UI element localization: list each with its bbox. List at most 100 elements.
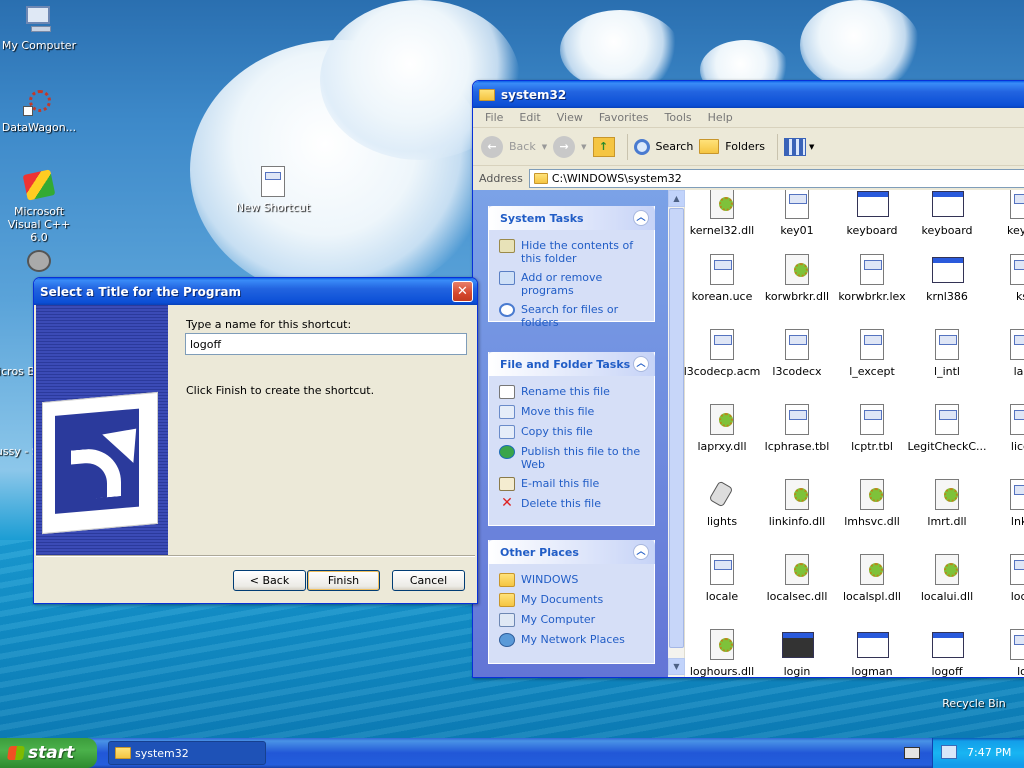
file-item[interactable]: locale: [682, 554, 762, 603]
menu-help[interactable]: Help: [700, 111, 741, 124]
keyboard-indicator-icon[interactable]: [904, 747, 920, 759]
address-field[interactable]: C:\WINDOWS\system32: [528, 168, 1024, 188]
wizard-banner: [36, 305, 168, 555]
clock[interactable]: 7:47 PM: [967, 746, 1011, 759]
folders-button[interactable]: Folders: [699, 139, 765, 154]
task-publish-to-web[interactable]: Publish this file to the Web: [489, 442, 654, 474]
file-item[interactable]: key01: [757, 190, 837, 237]
file-name: logoff: [931, 665, 963, 677]
file-name: korwbrkr.dll: [764, 290, 830, 303]
task-label: Delete this file: [521, 497, 601, 510]
file-name: l3codecp.acm: [683, 365, 761, 378]
place-my-documents[interactable]: My Documents: [489, 590, 654, 610]
file-folder-tasks-header[interactable]: File and Folder Tasks ︿: [488, 352, 655, 376]
network-tray-icon[interactable]: [941, 745, 957, 759]
menu-favorites[interactable]: Favorites: [591, 111, 657, 124]
file-item[interactable]: loca: [982, 554, 1024, 603]
file-item[interactable]: l_except: [832, 329, 912, 378]
place-my-computer[interactable]: My Computer: [489, 610, 654, 630]
email-icon: [499, 477, 515, 491]
file-item[interactable]: kernel32.dll: [682, 190, 762, 237]
file-item[interactable]: localsec.dll: [757, 554, 837, 603]
file-item[interactable]: laprxy.dll: [682, 404, 762, 453]
file-item[interactable]: ks: [982, 254, 1024, 303]
file-item[interactable]: linkinfo.dll: [757, 479, 837, 528]
task-add-remove-programs[interactable]: Add or remove programs: [489, 268, 654, 300]
file-item[interactable]: keyboard: [832, 190, 912, 237]
dialog-titlebar[interactable]: Select a Title for the Program: [34, 278, 477, 305]
collapse-chevron-icon[interactable]: ︿: [633, 356, 649, 372]
desktop-icon-my-computer[interactable]: My Computer: [0, 4, 79, 52]
task-copy-file[interactable]: Copy this file: [489, 422, 654, 442]
file-item[interactable]: lo: [982, 629, 1024, 677]
file-item[interactable]: localui.dll: [907, 554, 987, 603]
file-icon: [1007, 329, 1024, 361]
file-item[interactable]: lmhsvc.dll: [832, 479, 912, 528]
dll-file-icon: [782, 554, 812, 586]
taskbar-button-system32[interactable]: system32: [108, 741, 266, 765]
collapse-chevron-icon[interactable]: ︿: [633, 544, 649, 560]
file-item[interactable]: lights: [682, 479, 762, 528]
task-move-file[interactable]: Move this file: [489, 402, 654, 422]
search-button[interactable]: Search: [633, 138, 693, 155]
desktop-icon-datawagon[interactable]: DataWagon...: [0, 86, 79, 134]
system-tasks-header[interactable]: System Tasks ︿: [488, 206, 655, 230]
file-item[interactable]: lcphrase.tbl: [757, 404, 837, 453]
address-bar: Address C:\WINDOWS\system32: [473, 166, 1024, 190]
back-arrow-icon: ←: [481, 135, 503, 158]
task-delete-file[interactable]: ✕ Delete this file: [489, 494, 654, 514]
task-rename-file[interactable]: Rename this file: [489, 382, 654, 402]
menu-file[interactable]: File: [477, 111, 511, 124]
file-item[interactable]: login: [757, 629, 837, 677]
start-button[interactable]: start: [0, 738, 97, 768]
file-item[interactable]: krnl386: [907, 254, 987, 303]
finish-button[interactable]: Finish: [307, 570, 380, 591]
file-item[interactable]: korwbrkr.lex: [832, 254, 912, 303]
forward-button[interactable]: → ▼: [553, 135, 587, 158]
file-name: keym: [1007, 224, 1024, 237]
file-item[interactable]: korean.uce: [682, 254, 762, 303]
back-button[interactable]: < Back: [233, 570, 306, 591]
file-item[interactable]: keym: [982, 190, 1024, 237]
shortcut-name-input[interactable]: [185, 333, 467, 355]
file-name: key01: [780, 224, 814, 237]
file-item[interactable]: localspl.dll: [832, 554, 912, 603]
file-item[interactable]: loghours.dll: [682, 629, 762, 677]
task-search-files[interactable]: Search for files or folders: [489, 300, 654, 332]
menu-view[interactable]: View: [549, 111, 591, 124]
file-item[interactable]: lnks: [982, 479, 1024, 528]
desktop-icon-visual-cpp[interactable]: Microsoft Visual C++ 6.0: [0, 169, 79, 244]
file-name: logman: [851, 665, 893, 677]
file-item[interactable]: l3codecx: [757, 329, 837, 378]
file-item[interactable]: keyboard: [907, 190, 987, 237]
other-places-header[interactable]: Other Places ︿: [488, 540, 655, 564]
shortcut-arrow-icon: [42, 391, 158, 535]
file-item[interactable]: l_intl: [907, 329, 987, 378]
file-item[interactable]: lmrt.dll: [907, 479, 987, 528]
file-item[interactable]: licdl: [982, 404, 1024, 453]
cancel-button[interactable]: Cancel: [392, 570, 465, 591]
desktop-icon-new-shortcut[interactable]: New Shortcut: [233, 166, 313, 214]
close-button[interactable]: ✕: [452, 281, 473, 302]
views-button[interactable]: ▼: [784, 137, 814, 156]
file-item[interactable]: lab: [982, 329, 1024, 378]
menu-edit[interactable]: Edit: [511, 111, 548, 124]
forward-arrow-icon: →: [553, 135, 576, 158]
place-windows[interactable]: WINDOWS: [489, 570, 654, 590]
file-item[interactable]: logman: [832, 629, 912, 677]
file-item[interactable]: korwbrkr.dll: [757, 254, 837, 303]
task-email-file[interactable]: E-mail this file: [489, 474, 654, 494]
up-folder-button[interactable]: ↑: [592, 136, 615, 157]
menu-tools[interactable]: Tools: [657, 111, 700, 124]
explorer-titlebar[interactable]: system32: [473, 81, 1024, 108]
task-hide-folder-contents[interactable]: Hide the contents of this folder: [489, 236, 654, 268]
place-my-network-places[interactable]: My Network Places: [489, 630, 654, 650]
file-item[interactable]: l3codecp.acm: [682, 329, 762, 378]
file-name: keyboard: [921, 224, 973, 237]
file-item[interactable]: lcptr.tbl: [832, 404, 912, 453]
file-item[interactable]: LegitCheckC...: [907, 404, 987, 453]
application-icon: [857, 190, 889, 220]
collapse-chevron-icon[interactable]: ︿: [633, 210, 649, 226]
file-item[interactable]: logoff: [907, 629, 987, 677]
back-button[interactable]: ← Back ▼: [481, 135, 547, 158]
